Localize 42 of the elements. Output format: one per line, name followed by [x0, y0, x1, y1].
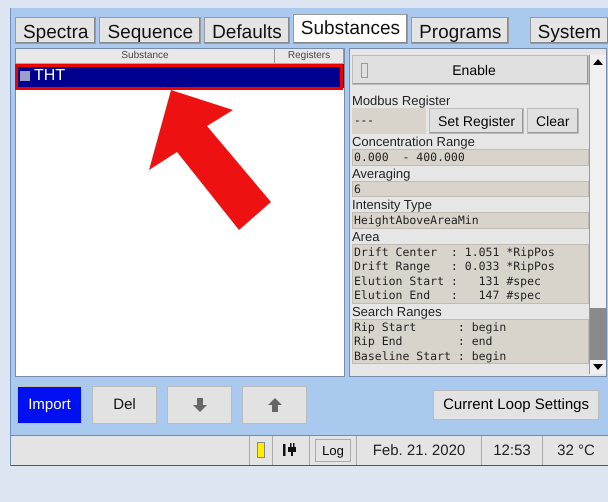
- tab[interactable]: System: [530, 17, 608, 44]
- field-label: Averaging: [352, 166, 412, 180]
- tab[interactable]: Spectra: [15, 17, 96, 44]
- field-value: 6: [352, 180, 589, 197]
- field-value: 0.000 - 400.000: [352, 149, 589, 166]
- move-up-button[interactable]: [242, 386, 307, 424]
- date-text: Feb. 21. 2020: [356, 436, 481, 465]
- field-label: Concentration Range: [352, 134, 476, 149]
- action-button[interactable]: Import: [17, 386, 82, 424]
- field-value: Rip Start : begin Rip End : end Baseline Start : begin: [352, 318, 589, 364]
- scrollbar-thumb[interactable]: [590, 308, 606, 360]
- tab[interactable]: Substances: [292, 14, 408, 44]
- square-icon: [20, 71, 30, 81]
- enable-label: Enable: [451, 62, 497, 78]
- field-label: Search Ranges: [352, 304, 443, 318]
- field-label: Intensity Type: [352, 197, 433, 212]
- register-field[interactable]: ---: [352, 108, 426, 134]
- down-arrow-icon: [192, 396, 206, 413]
- panel-button[interactable]: Clear: [527, 108, 579, 134]
- field-label: Modbus Register: [352, 93, 452, 108]
- indicator-icon: [257, 442, 265, 458]
- field-value: HeightAboveAreaMin: [352, 212, 589, 228]
- row-label: THT: [34, 67, 66, 85]
- checkbox[interactable]: [361, 62, 368, 78]
- column-header[interactable]: Substance: [16, 49, 275, 63]
- pointer-arrow-icon: [149, 90, 271, 230]
- panel-button[interactable]: Set Register: [429, 108, 524, 134]
- tab[interactable]: Defaults: [204, 17, 290, 44]
- column-header[interactable]: Registers: [275, 49, 344, 63]
- loop-settings-button[interactable]: Current Loop Settings: [433, 390, 599, 420]
- tab[interactable]: Sequence: [99, 17, 202, 44]
- up-arrow-icon: [268, 396, 282, 413]
- move-down-button[interactable]: [167, 386, 232, 424]
- field-label: Area: [352, 228, 380, 244]
- enable-button[interactable]: Enable: [352, 55, 589, 85]
- temperature-text: 32 °C: [542, 436, 608, 465]
- field-value: Drift Center : 1.051 *RipPos Drift Range : 0.033 *RipPos Elution Start : 131 #spec Elution End : 147 #spec: [352, 244, 589, 304]
- time-text: 12:53: [481, 436, 542, 465]
- tab[interactable]: Programs: [411, 17, 510, 44]
- action-button[interactable]: Del: [92, 386, 157, 424]
- scrollbar[interactable]: [589, 55, 606, 374]
- log-button[interactable]: Log: [315, 438, 351, 462]
